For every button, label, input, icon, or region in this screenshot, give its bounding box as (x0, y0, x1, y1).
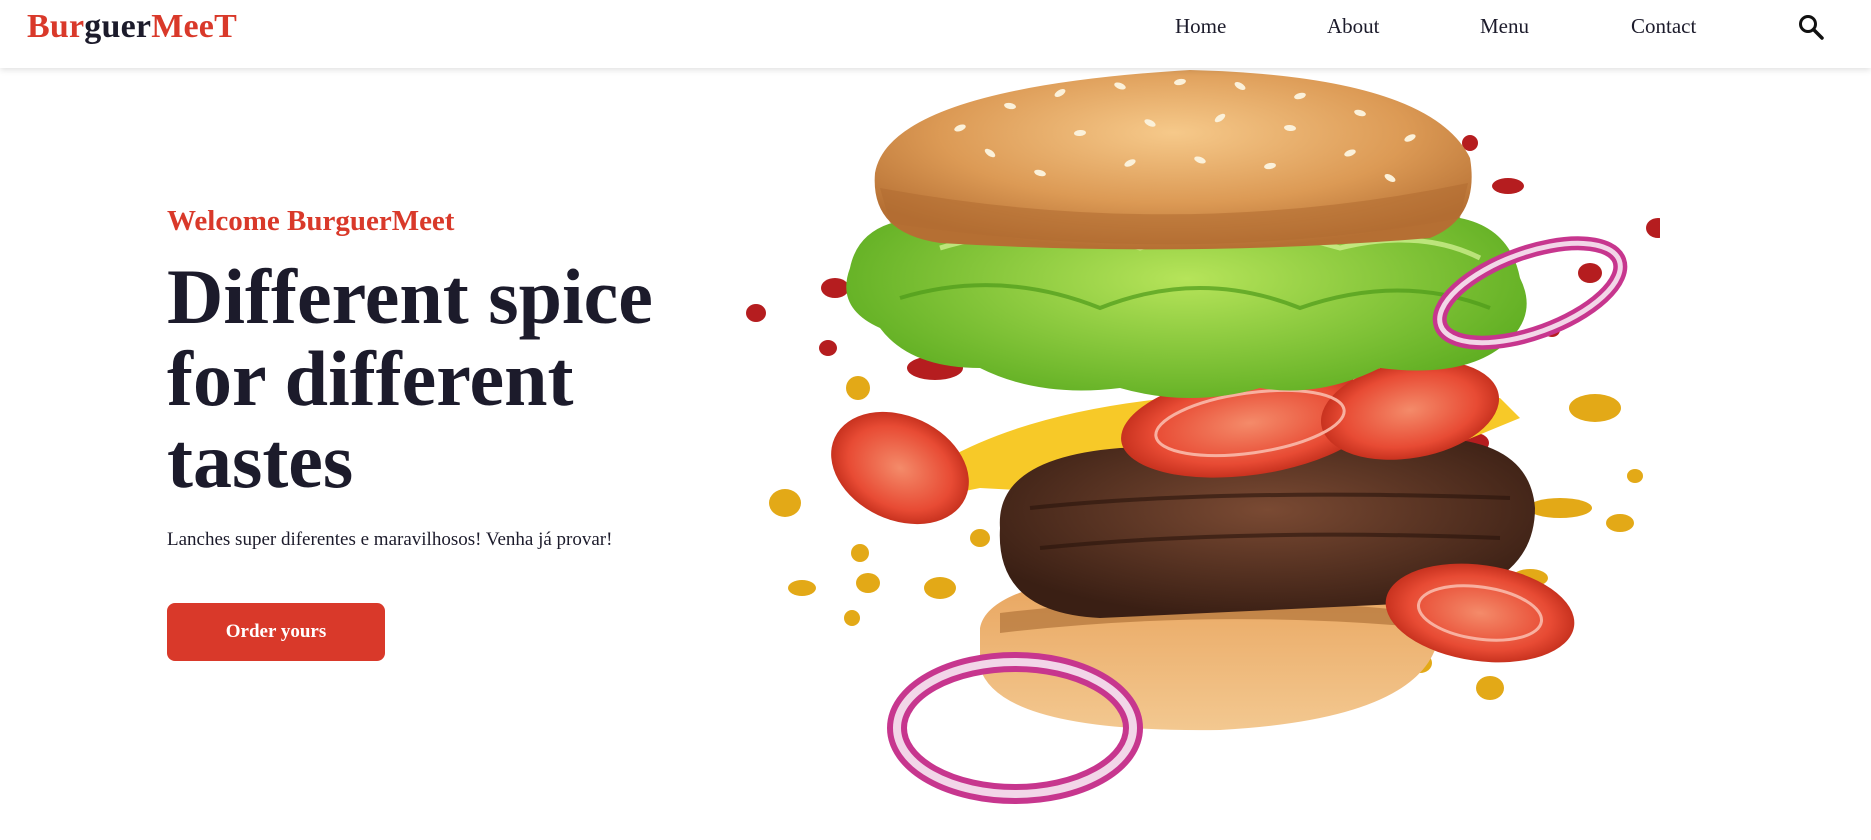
headline-line-1: Different spice (167, 253, 653, 340)
search-button[interactable] (1797, 13, 1825, 41)
headline-line-3: tastes (167, 417, 354, 504)
brand-logo[interactable]: BurguerMeeT (27, 8, 237, 46)
logo-part-1: Bur (27, 8, 85, 45)
hero-headline: Different spice for different tastes (167, 256, 727, 502)
top-navbar: BurguerMeeT Home About Menu Contact (0, 0, 1871, 68)
burger-illustration (746, 70, 1660, 804)
order-button[interactable]: Order yours (167, 603, 385, 661)
nav-link-about[interactable]: About (1327, 14, 1380, 38)
nav-link-contact[interactable]: Contact (1631, 14, 1696, 38)
hero-subtext: Lanches super diferentes e maravilhosos!… (167, 529, 613, 550)
nav-link-menu[interactable]: Menu (1480, 14, 1529, 38)
headline-line-2: for different (167, 335, 574, 422)
logo-part-2: guer (84, 8, 152, 45)
logo-part-4: T (214, 8, 237, 45)
hero-welcome: Welcome BurguerMeet (167, 205, 455, 237)
nav-link-home[interactable]: Home (1175, 14, 1226, 38)
logo-part-3: Mee (151, 8, 215, 45)
hero-section: Welcome BurguerMeet Different spice for … (167, 204, 727, 552)
search-icon (1799, 15, 1824, 40)
